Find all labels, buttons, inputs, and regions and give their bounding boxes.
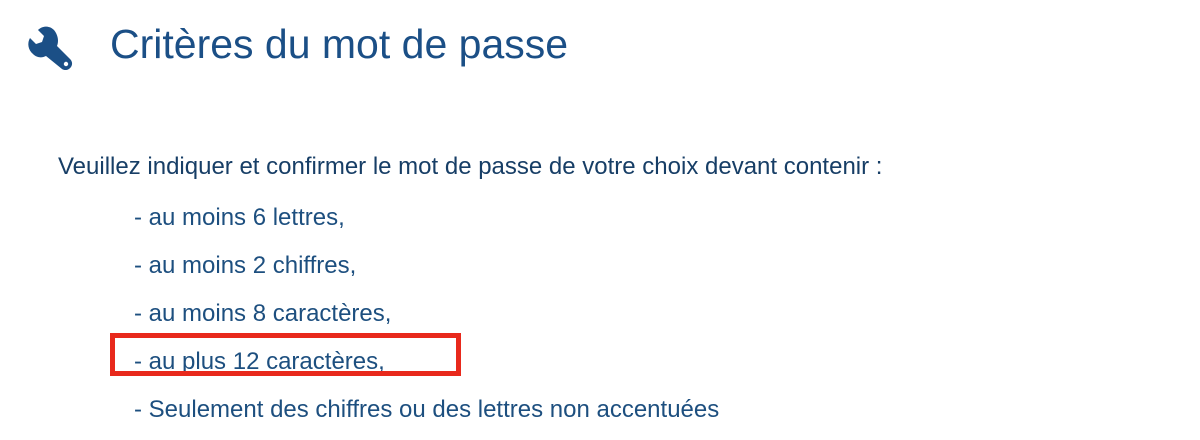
section-header bbox=[24, 14, 74, 78]
max-length-highlight bbox=[110, 333, 461, 376]
criterion-allowed-characters: - Seulement des chiffres ou des lettres … bbox=[134, 396, 720, 423]
password-criteria-list: - au moins 6 lettres, - au moins 2 chiff… bbox=[134, 198, 719, 438]
criterion-digits: - au moins 2 chiffres, bbox=[134, 252, 357, 279]
wrench-icon bbox=[28, 26, 73, 71]
instructions-intro: Veuillez indiquer et confirmer le mot de… bbox=[58, 153, 883, 180]
criterion-letters: - au moins 6 lettres, bbox=[134, 204, 345, 231]
page-title: Critères du mot de passe bbox=[110, 21, 569, 67]
